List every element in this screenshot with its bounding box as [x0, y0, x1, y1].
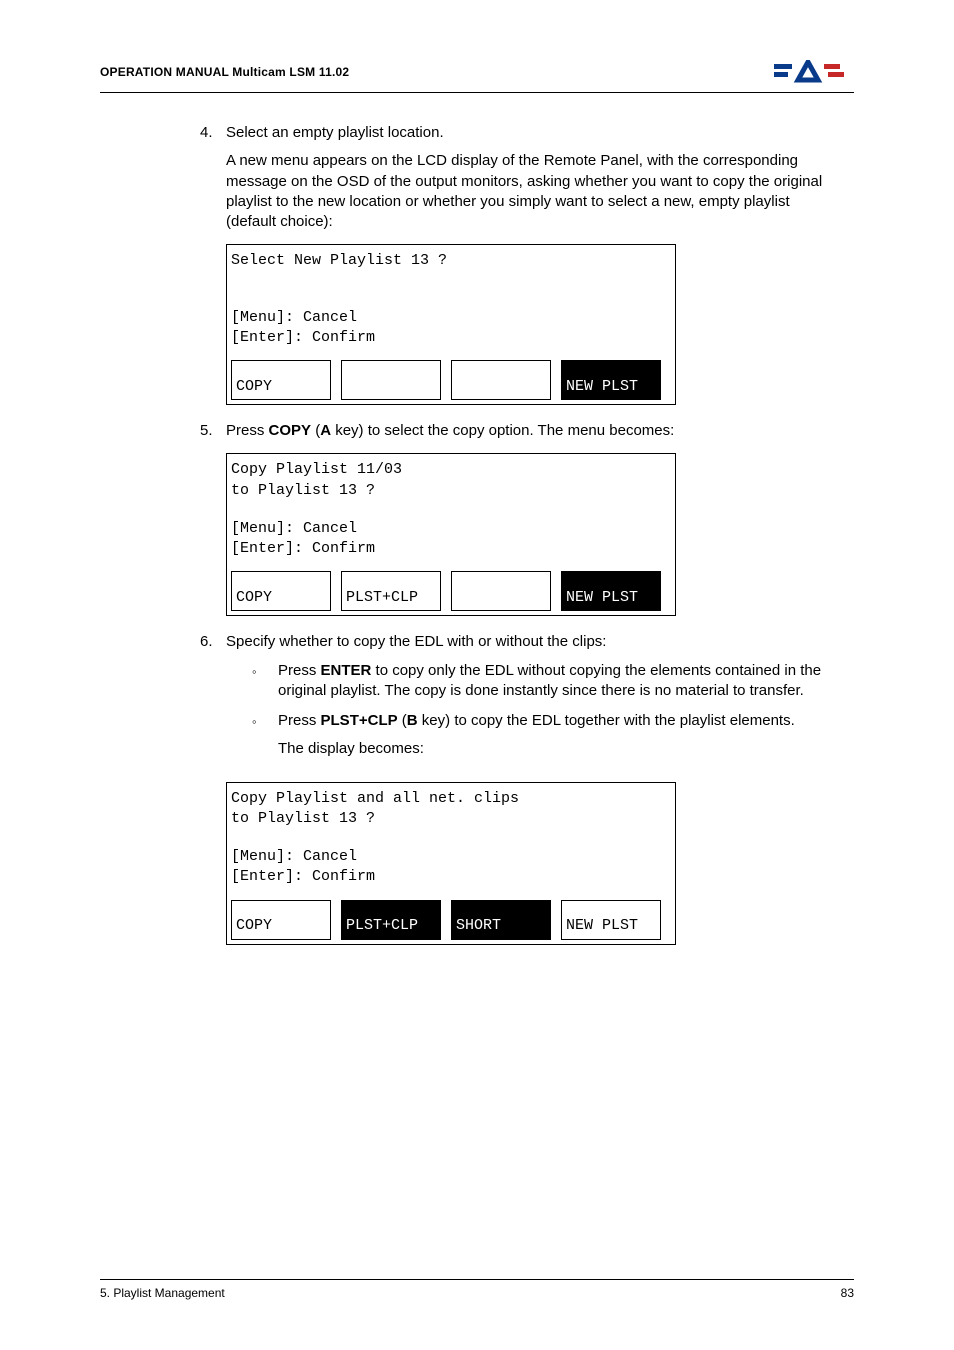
sub-item: ◦ Press ENTER to copy only the EDL witho…	[252, 661, 834, 702]
text: Press	[226, 422, 269, 439]
page-header: OPERATION MANUAL Multicam LSM 11.02	[100, 60, 854, 93]
softkey-b: PLST+CLP	[341, 900, 441, 940]
key-label: ENTER	[321, 662, 372, 679]
text: Press	[278, 662, 321, 679]
step-6: 6. Specify whether to copy the EDL with …	[200, 632, 834, 769]
evs-logo	[774, 60, 854, 84]
lcd-line: [Menu]: Cancel	[231, 308, 671, 328]
bullet-icon: ◦	[252, 661, 278, 702]
lcd-line	[231, 272, 671, 290]
lcd-line: to Playlist 13 ?	[231, 481, 671, 501]
step-number: 5.	[200, 421, 226, 441]
lcd-line	[231, 290, 671, 308]
lcd-line: [Enter]: Confirm	[231, 867, 671, 887]
lcd-line	[231, 829, 671, 847]
lcd-line: Copy Playlist 11/03	[231, 460, 671, 480]
key-label: COPY	[269, 422, 312, 439]
text: (	[398, 712, 407, 729]
header-title: OPERATION MANUAL Multicam LSM 11.02	[100, 65, 349, 79]
footer-pagenum: 83	[841, 1286, 854, 1300]
lcd-line: [Enter]: Confirm	[231, 328, 671, 348]
lcd-line: [Enter]: Confirm	[231, 539, 671, 559]
lcd-line: [Menu]: Cancel	[231, 519, 671, 539]
softkey-a: COPY	[231, 360, 331, 400]
step-body: A new menu appears on the LCD display of…	[226, 151, 834, 232]
softkey-b	[341, 360, 441, 400]
lcd-line	[231, 501, 671, 519]
step-title: Specify whether to copy the EDL with or …	[226, 632, 834, 652]
lcd-line: Select New Playlist 13 ?	[231, 251, 671, 271]
lcd-line: [Menu]: Cancel	[231, 847, 671, 867]
softkey-a: COPY	[231, 571, 331, 611]
softkey-b: PLST+CLP	[341, 571, 441, 611]
step-5: 5. Press COPY (A key) to select the copy…	[200, 421, 834, 441]
lcd-display-2: Copy Playlist 11/03 to Playlist 13 ? [Me…	[226, 453, 676, 616]
softkey-c	[451, 571, 551, 611]
lcd-display-3: Copy Playlist and all net. clips to Play…	[226, 782, 676, 945]
text: key) to copy the EDL together with the p…	[418, 712, 795, 729]
step-4: 4. Select an empty playlist location. A …	[200, 123, 834, 232]
softkey-d: NEW PLST	[561, 360, 661, 400]
text: key) to select the copy option. The menu…	[331, 422, 674, 439]
softkey-c	[451, 360, 551, 400]
step-number: 6.	[200, 632, 226, 769]
text: (	[311, 422, 320, 439]
key-label: A	[320, 422, 331, 439]
text: The display becomes:	[278, 739, 834, 759]
bullet-icon: ◦	[252, 711, 278, 760]
softkey-d: NEW PLST	[561, 571, 661, 611]
footer-section: 5. Playlist Management	[100, 1286, 225, 1300]
softkey-c: SHORT	[451, 900, 551, 940]
step-number: 4.	[200, 123, 226, 232]
sub-item: ◦ Press PLST+CLP (B key) to copy the EDL…	[252, 711, 834, 760]
lcd-display-1: Select New Playlist 13 ? [Menu]: Cancel …	[226, 244, 676, 405]
text: Press	[278, 712, 321, 729]
step-title: Select an empty playlist location.	[226, 123, 834, 143]
key-label: PLST+CLP	[321, 712, 398, 729]
lcd-line: to Playlist 13 ?	[231, 809, 671, 829]
key-label: B	[407, 712, 418, 729]
page-footer: 5. Playlist Management 83	[100, 1279, 854, 1300]
softkey-a: COPY	[231, 900, 331, 940]
lcd-line: Copy Playlist and all net. clips	[231, 789, 671, 809]
softkey-d: NEW PLST	[561, 900, 661, 940]
